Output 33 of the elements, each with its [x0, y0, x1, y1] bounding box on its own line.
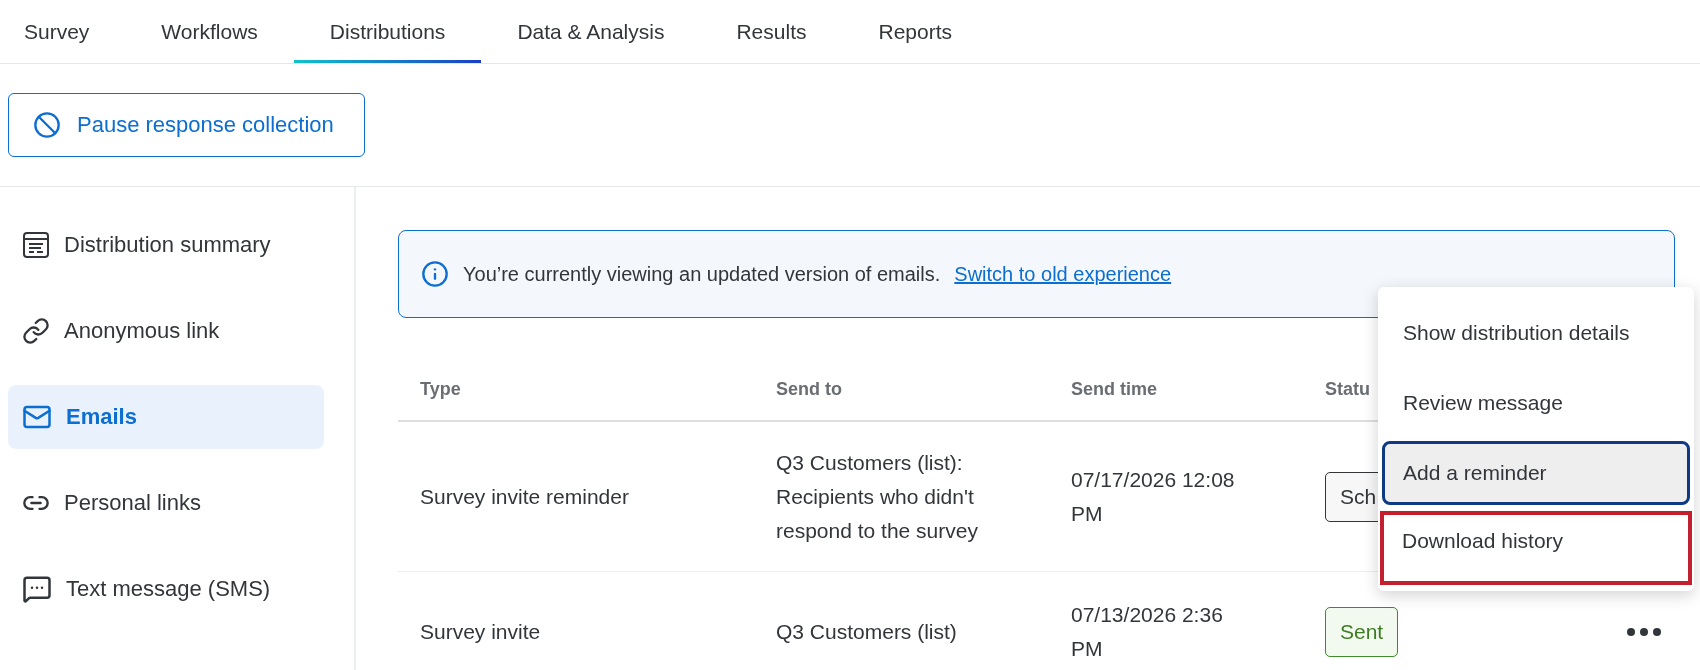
table-cell-text: 07/13/2026 2:36 PM [1070, 601, 1224, 662]
pause-icon [33, 111, 61, 139]
column-header: Type [419, 379, 462, 400]
pause-button[interactable]: Pause response collection [8, 93, 365, 157]
column-header: Send to [775, 379, 843, 400]
nav-tab[interactable]: Data & Analysis [481, 0, 701, 63]
nav-tab[interactable]: Results [700, 0, 843, 63]
sidebar-item[interactable]: Anonymous link [8, 299, 324, 363]
switch-link[interactable]: Switch to old experience [954, 262, 1172, 286]
nav-tab[interactable]: Reports [842, 0, 988, 63]
column-header: Statu [1324, 379, 1371, 400]
table-cell-text: Survey invite reminder [419, 483, 630, 510]
info-icon [421, 260, 449, 288]
banner-text: You’re currently viewing an updated version of emails. [463, 262, 941, 286]
menu-item[interactable]: Add a reminder [1382, 441, 1690, 505]
column-header: Send time [1070, 379, 1159, 400]
table-cell-text: Q3 Customers (list) [775, 618, 958, 645]
more-options-button[interactable] [1627, 627, 1661, 636]
table-cell-text: 07/17/2026 12:08 PM [1070, 466, 1236, 527]
status-badge: Sent [1325, 606, 1399, 657]
nav-tab[interactable]: Survey [0, 0, 126, 63]
summary-icon [22, 231, 50, 259]
menu-item[interactable]: Download history [1380, 511, 1692, 585]
sidebar-item[interactable]: Distribution summary [8, 213, 324, 277]
link-icon [22, 317, 50, 345]
nav-tab[interactable]: Workflows [125, 0, 294, 63]
table-cell-text: Survey invite [419, 618, 542, 645]
sidebar-item[interactable]: Text message (SMS) [8, 557, 324, 621]
ellipsis-icon [1627, 627, 1661, 636]
sidebar-item[interactable]: Emails [8, 385, 324, 449]
message-icon [22, 574, 52, 604]
sidebar-item[interactable]: Personal links [8, 471, 324, 535]
table-cell-text: Q3 Customers (list): Recipients who didn't respond to the survey [775, 449, 979, 544]
